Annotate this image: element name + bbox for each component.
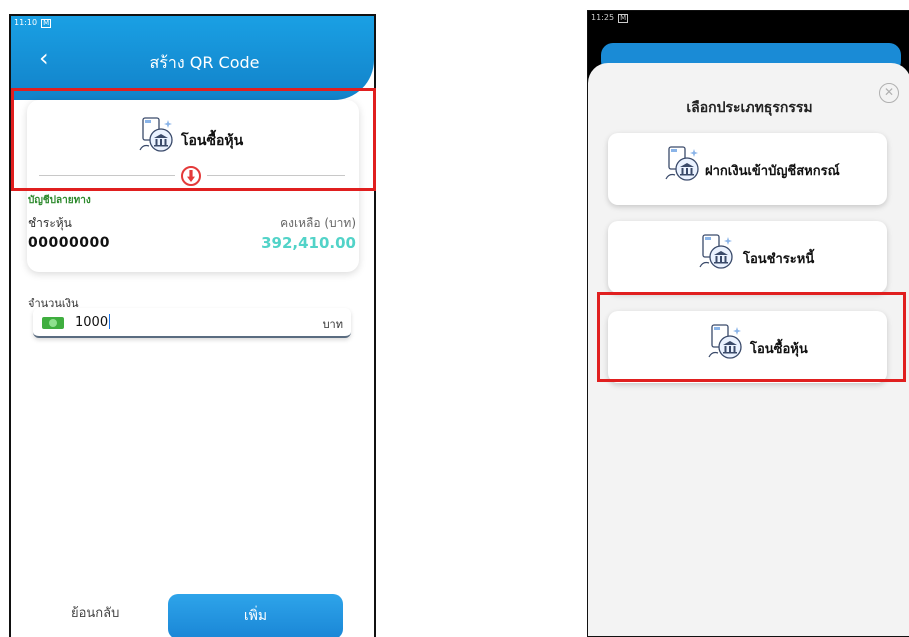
back-button[interactable]: ย้อนกลับ	[71, 602, 119, 623]
page-title: สร้าง QR Code	[149, 53, 260, 72]
option-label: ฝากเงินเข้าบัญชีสหกรณ์	[705, 164, 840, 179]
balance-value: 392,410.00	[261, 234, 356, 252]
amount-unit: บาท	[322, 318, 343, 331]
account-number: 00000000	[28, 235, 110, 251]
destination-account-label: บัญชีปลายทาง	[28, 195, 91, 206]
option-deposit-cooperative[interactable]: ฝากเงินเข้าบัญชีสหกรณ์	[608, 133, 887, 205]
bank-transfer-icon	[699, 234, 733, 269]
status-time: 11:10	[14, 18, 38, 27]
account-type-label: ชำระหุ้น	[28, 216, 72, 230]
highlight-box-left	[11, 88, 376, 191]
status-bar: 11:25 M	[591, 13, 629, 23]
sheet-title: เลือกประเภทธุรกรรม	[686, 100, 813, 116]
close-icon[interactable]: ✕	[879, 83, 899, 103]
add-button[interactable]: เพิ่ม	[168, 594, 343, 637]
option-label: โอนชำระหนี้	[743, 252, 815, 267]
amount-input[interactable]: 1000 บาท	[33, 308, 351, 338]
option-debt-payment[interactable]: โอนชำระหนี้	[608, 221, 887, 293]
status-badge: M	[618, 14, 629, 23]
highlight-box-right	[597, 292, 906, 382]
money-icon	[42, 317, 64, 329]
balance-label: คงเหลือ (บาท)	[280, 216, 356, 230]
status-badge: M	[41, 19, 52, 28]
status-time: 11:25	[591, 13, 615, 22]
status-bar: 11:10 M	[14, 18, 52, 28]
bank-transfer-icon	[665, 146, 699, 181]
amount-value[interactable]: 1000	[75, 314, 110, 330]
